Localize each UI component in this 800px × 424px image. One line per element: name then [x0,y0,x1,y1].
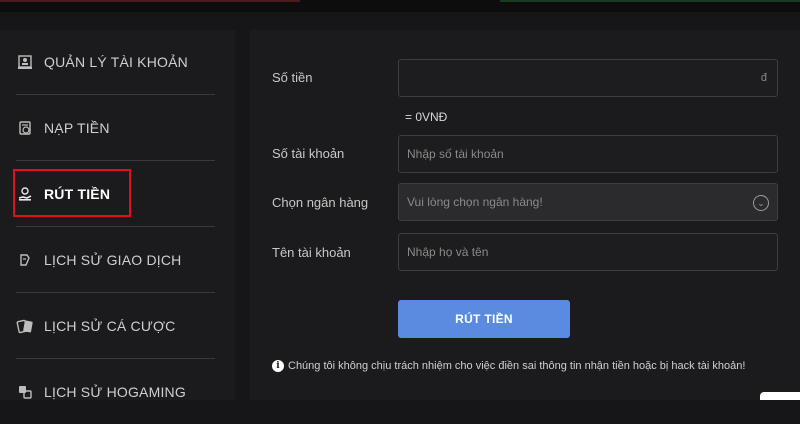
account-number-placeholder: Nhập số tài khoản [407,147,504,161]
top-bar [0,0,800,12]
account-name-input[interactable]: Nhập họ và tên [398,233,778,271]
sidebar-item-deposit[interactable]: NẠP TIỀN [16,96,215,161]
account-management-icon [16,53,34,71]
converted-amount: = 0VNĐ [405,110,448,124]
bank-select[interactable]: Vui lòng chọn ngân hàng! ⌄ [398,183,778,221]
currency-suffix: đ [760,72,767,84]
hogaming-history-icon [16,383,34,401]
sidebar-item-label: LỊCH SỬ CÁ CƯỢC [44,318,176,334]
deposit-icon [16,119,34,137]
bank-label: Chọn ngân hàng [272,195,369,210]
transaction-history-icon [16,251,34,269]
top-accent-left [0,0,300,2]
account-number-label: Số tài khoản [272,146,345,161]
info-icon: i [272,360,284,372]
sidebar-item-hogaming-history[interactable]: LỊCH SỬ HOGAMING [16,360,215,424]
top-accent-right [500,0,800,2]
active-item-highlight [13,169,131,217]
withdraw-submit-button[interactable]: RÚT TIỀN [398,300,570,338]
sidebar-item-label: LỊCH SỬ HOGAMING [44,384,186,400]
sidebar-item-betting-history[interactable]: LỊCH SỬ CÁ CƯỢC [16,294,215,359]
chevron-down-icon: ⌄ [753,195,769,211]
sidebar-item-label: LỊCH SỬ GIAO DỊCH [44,252,182,268]
account-number-input[interactable]: Nhập số tài khoản [398,135,778,173]
amount-input[interactable]: đ [398,59,778,97]
disclaimer-notice: i Chúng tôi không chịu trách nhiệm cho v… [272,360,745,372]
sidebar-item-account-management[interactable]: QUẢN LÝ TÀI KHOẢN [16,30,215,95]
account-name-label: Tên tài khoản [272,245,351,260]
betting-history-icon [16,317,34,335]
sidebar-item-label: QUẢN LÝ TÀI KHOẢN [44,54,188,70]
sidebar-item-transaction-history[interactable]: LỊCH SỬ GIAO DỊCH [16,228,215,293]
bank-select-value: Vui lòng chọn ngân hàng! [407,195,543,209]
account-name-placeholder: Nhập họ và tên [407,245,489,259]
disclaimer-text: Chúng tôi không chịu trách nhiệm cho việ… [288,360,746,372]
sidebar-item-label: NẠP TIỀN [44,120,110,136]
floating-corner-button[interactable] [760,392,800,400]
amount-label: Số tiền [272,70,313,85]
